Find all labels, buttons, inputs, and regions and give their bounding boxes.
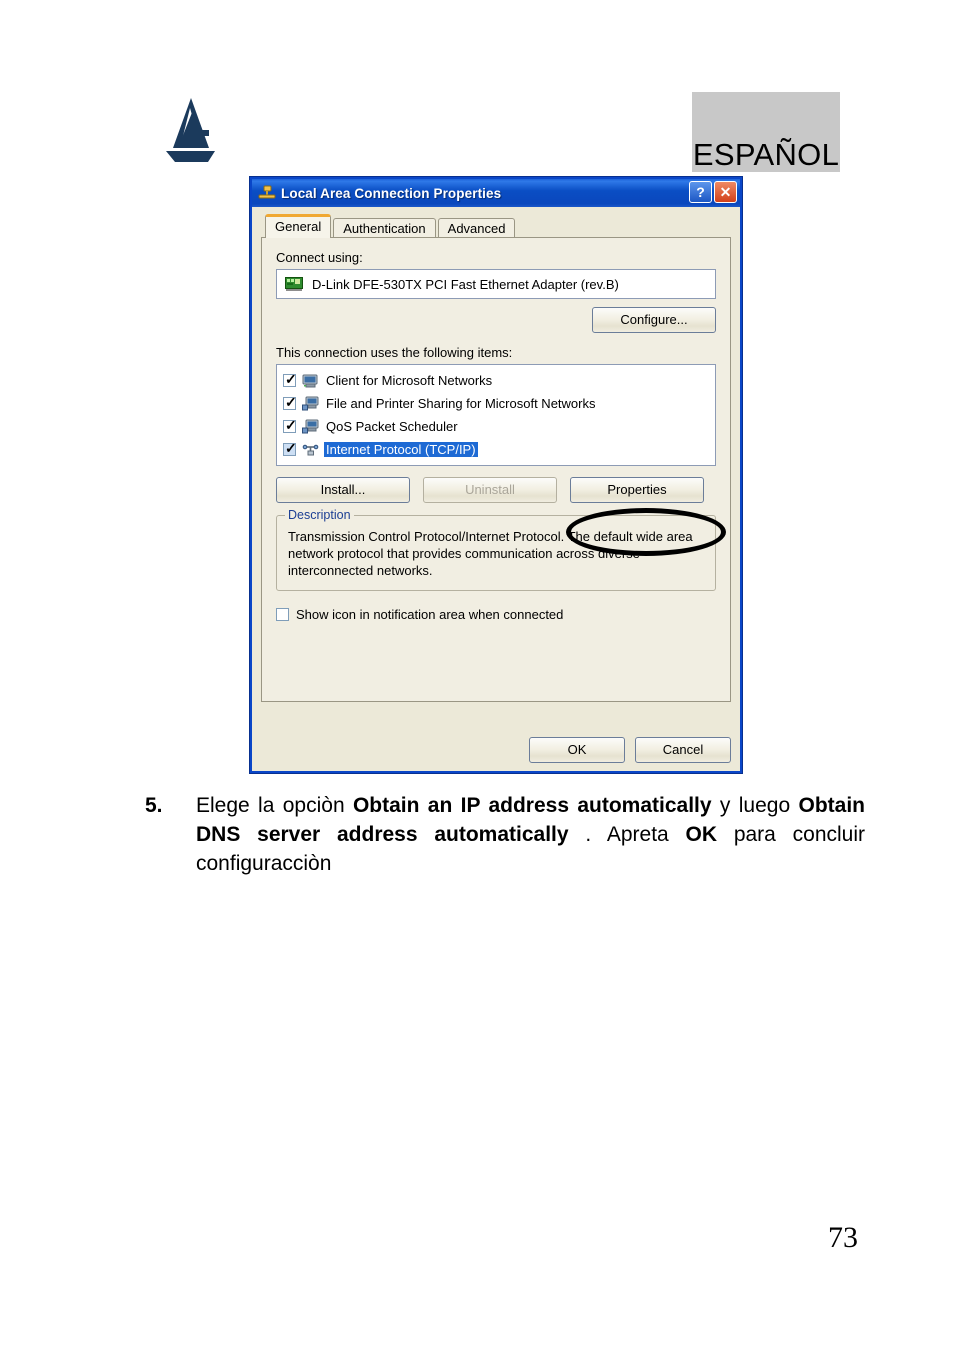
language-badge: ESPAÑOL: [692, 92, 840, 172]
list-item-label: Internet Protocol (TCP/IP): [324, 442, 478, 457]
list-item-label: QoS Packet Scheduler: [326, 419, 458, 434]
network-adapter-icon: [285, 276, 303, 292]
general-tab-panel: Connect using: D-Link DFE-530TX PCI Fast…: [261, 237, 731, 702]
list-item[interactable]: ✓ QoS Packet Scheduler: [283, 415, 713, 438]
computer-sharing-icon: [302, 396, 319, 412]
configure-button-row: Configure...: [276, 307, 716, 333]
page-number: 73: [828, 1221, 858, 1254]
computer-qos-icon: [302, 419, 319, 435]
network-items-list[interactable]: ✓ Client for Microsoft Networks ✓ File a…: [276, 364, 716, 466]
local-area-connection-properties-dialog: Local Area Connection Properties ? ✕ Gen…: [249, 176, 743, 774]
list-item[interactable]: ✓ File and Printer Sharing for Microsoft…: [283, 392, 713, 415]
ok-button[interactable]: OK: [529, 737, 625, 763]
list-item[interactable]: ✓ Internet Protocol (TCP/IP): [283, 438, 713, 461]
tab-advanced[interactable]: Advanced: [437, 218, 516, 239]
notify-checkbox-row[interactable]: Show icon in notification area when conn…: [276, 607, 716, 622]
dialog-title: Local Area Connection Properties: [281, 185, 502, 201]
notify-checkbox-label: Show icon in notification area when conn…: [296, 607, 564, 622]
item-checkbox[interactable]: ✓: [283, 395, 297, 410]
step-text-part3: . Apreta: [568, 823, 686, 846]
adapter-field[interactable]: D-Link DFE-530TX PCI Fast Ethernet Adapt…: [276, 269, 716, 299]
protocol-tcpip-icon: [302, 442, 319, 458]
description-group: Description Transmission Control Protoco…: [276, 508, 716, 591]
properties-button[interactable]: Properties: [570, 477, 704, 503]
tab-bar: General Authentication Advanced: [261, 214, 731, 239]
tab-general[interactable]: General: [265, 214, 332, 238]
computer-client-icon: [302, 373, 319, 389]
item-checkbox[interactable]: ✓: [283, 441, 297, 456]
step-bold-obtain-ip: Obtain an IP address automatically: [352, 794, 712, 817]
step-text-part2: y luego: [711, 794, 799, 817]
item-checkbox[interactable]: ✓: [283, 372, 297, 387]
titlebar-buttons: ? ✕: [687, 181, 737, 203]
uninstall-button: Uninstall: [423, 477, 557, 503]
step-number: 5.: [145, 794, 163, 817]
step-text-part1: Elege la opciòn: [196, 794, 353, 817]
help-button[interactable]: ?: [689, 181, 712, 203]
list-item[interactable]: ✓ Client for Microsoft Networks: [283, 369, 713, 392]
network-connection-icon: [257, 184, 277, 202]
description-legend: Description: [285, 508, 354, 522]
connect-using-label: Connect using:: [276, 250, 363, 265]
cancel-button[interactable]: Cancel: [635, 737, 731, 763]
install-button[interactable]: Install...: [276, 477, 410, 503]
step-5-instruction: 5. Elege la opciòn Obtain an IP address …: [145, 791, 865, 878]
dialog-titlebar: Local Area Connection Properties ? ✕: [252, 179, 740, 207]
dialog-footer: OK Cancel: [261, 737, 731, 763]
adapter-name: D-Link DFE-530TX PCI Fast Ethernet Adapt…: [312, 276, 619, 292]
list-item-label: File and Printer Sharing for Microsoft N…: [326, 396, 596, 411]
notify-checkbox[interactable]: [276, 608, 289, 621]
step-body: Elege la opciòn Obtain an IP address aut…: [196, 791, 865, 878]
action-button-row: Install... Uninstall Properties: [276, 477, 716, 503]
step-bold-ok: OK: [685, 823, 718, 846]
list-item-label: Client for Microsoft Networks: [326, 373, 493, 388]
dialog-body: General Authentication Advanced Connect …: [252, 207, 740, 771]
atlantis-land-logo: [163, 96, 233, 164]
close-icon[interactable]: ✕: [714, 181, 737, 203]
items-label: This connection uses the following items…: [276, 345, 513, 360]
language-badge-label: ESPAÑOL: [692, 137, 840, 172]
description-text: Transmission Control Protocol/Internet P…: [288, 529, 693, 578]
configure-button[interactable]: Configure...: [592, 307, 716, 333]
item-checkbox[interactable]: ✓: [283, 418, 297, 433]
tab-authentication[interactable]: Authentication: [333, 218, 436, 239]
